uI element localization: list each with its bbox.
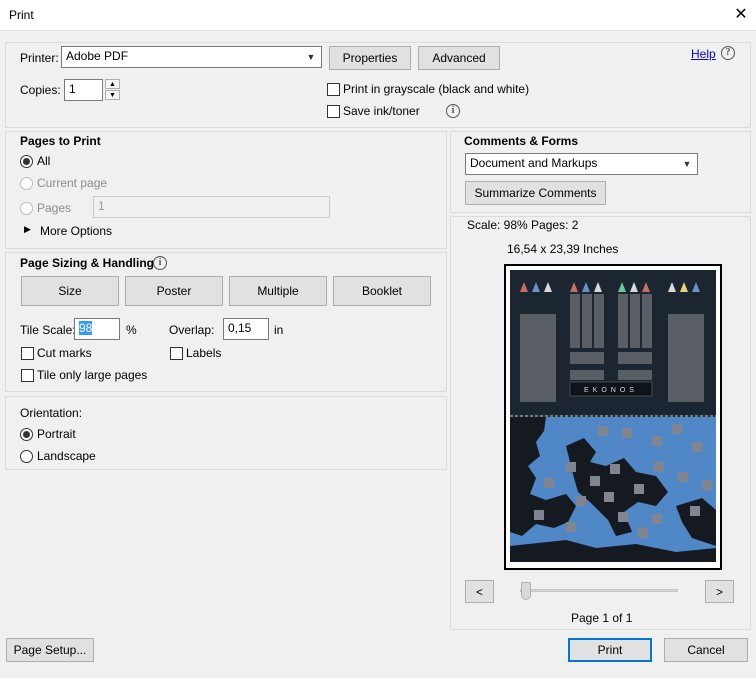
pages-label: Pages — [37, 201, 72, 215]
overlap-unit: in — [274, 323, 284, 337]
grayscale-checkbox[interactable] — [327, 83, 340, 96]
title-bar: Print ✕ — [0, 0, 756, 31]
current-page-label: Current page — [37, 176, 108, 190]
board-title-text: EKONOS — [584, 387, 638, 394]
save-ink-label: Save ink/toner — [343, 104, 420, 118]
print-button[interactable]: Print — [568, 638, 652, 662]
page-slider-thumb[interactable] — [521, 582, 531, 600]
poster-tab-button[interactable]: Poster — [125, 276, 223, 306]
help-question-icon[interactable]: ? — [721, 46, 735, 60]
page-slider-track[interactable] — [520, 589, 678, 592]
pages-to-print-heading: Pages to Print — [20, 134, 101, 148]
chevron-down-icon: ▼ — [682, 159, 692, 169]
tile-scale-label: Tile Scale: — [20, 323, 76, 337]
properties-button[interactable]: Properties — [329, 46, 411, 70]
more-options-label[interactable]: More Options — [40, 224, 112, 238]
copies-input[interactable]: 1 — [64, 79, 103, 101]
size-tab-button[interactable]: Size — [21, 276, 119, 306]
labels-checkbox[interactable] — [170, 347, 183, 360]
comments-forms-heading: Comments & Forms — [464, 134, 579, 148]
pages-range-input[interactable]: 1 — [93, 196, 330, 218]
overlap-label: Overlap: — [169, 323, 215, 337]
previous-page-button[interactable]: < — [465, 580, 494, 603]
scale-pages-text: Scale: 98% Pages: 2 — [467, 218, 579, 232]
orientation-heading: Orientation: — [20, 406, 83, 420]
page-setup-button[interactable]: Page Setup... — [6, 638, 94, 662]
close-icon[interactable]: ✕ — [730, 4, 752, 26]
help-link[interactable]: Help — [691, 47, 716, 61]
multiple-tab-button[interactable]: Multiple — [229, 276, 327, 306]
cut-marks-checkbox[interactable] — [21, 347, 34, 360]
sizing-heading: Page Sizing & Handling — [20, 256, 155, 270]
board-map-preview: EKONOS — [510, 270, 716, 562]
printer-select-value: Adobe PDF — [66, 49, 129, 63]
copies-label: Copies: — [20, 83, 61, 97]
all-label: All — [37, 154, 51, 168]
summarize-comments-button[interactable]: Summarize Comments — [465, 181, 606, 205]
next-page-button[interactable]: > — [705, 580, 734, 603]
paper-dimensions-text: 16,54 x 23,39 Inches — [507, 242, 619, 256]
pages-radio[interactable] — [20, 202, 33, 215]
advanced-button[interactable]: Advanced — [418, 46, 500, 70]
printer-label: Printer: — [20, 51, 59, 65]
info-icon[interactable]: i — [153, 256, 167, 270]
tile-large-label: Tile only large pages — [37, 368, 148, 382]
printer-select[interactable]: Adobe PDF ▼ — [61, 46, 322, 68]
tile-scale-unit: % — [126, 323, 137, 337]
tile-large-checkbox[interactable] — [21, 369, 34, 382]
tile-scale-input[interactable]: 98 — [74, 318, 120, 340]
portrait-label: Portrait — [37, 427, 76, 441]
window-title: Print — [9, 8, 34, 22]
copies-increment-icon[interactable]: ▲ — [105, 79, 120, 89]
current-page-radio[interactable] — [20, 177, 33, 190]
page-preview: EKONOS — [504, 264, 722, 570]
landscape-radio[interactable] — [20, 450, 33, 463]
labels-label: Labels — [186, 346, 222, 360]
comments-select[interactable]: Document and Markups ▼ — [465, 153, 698, 175]
save-ink-checkbox[interactable] — [327, 105, 340, 118]
chevron-down-icon: ▼ — [306, 52, 316, 62]
portrait-radio[interactable] — [20, 428, 33, 441]
expand-triangle-icon[interactable]: ▶ — [24, 224, 31, 235]
cut-marks-label: Cut marks — [37, 346, 92, 360]
all-radio[interactable] — [20, 155, 33, 168]
grayscale-label: Print in grayscale (black and white) — [343, 82, 530, 96]
landscape-label: Landscape — [37, 449, 96, 463]
comments-select-value: Document and Markups — [470, 156, 598, 170]
page-indicator: Page 1 of 1 — [571, 611, 633, 625]
copies-decrement-icon[interactable]: ▼ — [105, 90, 120, 100]
cancel-button[interactable]: Cancel — [664, 638, 748, 662]
overlap-input[interactable]: 0,15 — [223, 318, 269, 340]
tile-scale-value: 98 — [79, 321, 93, 335]
info-icon[interactable]: i — [446, 104, 460, 118]
booklet-tab-button[interactable]: Booklet — [333, 276, 431, 306]
